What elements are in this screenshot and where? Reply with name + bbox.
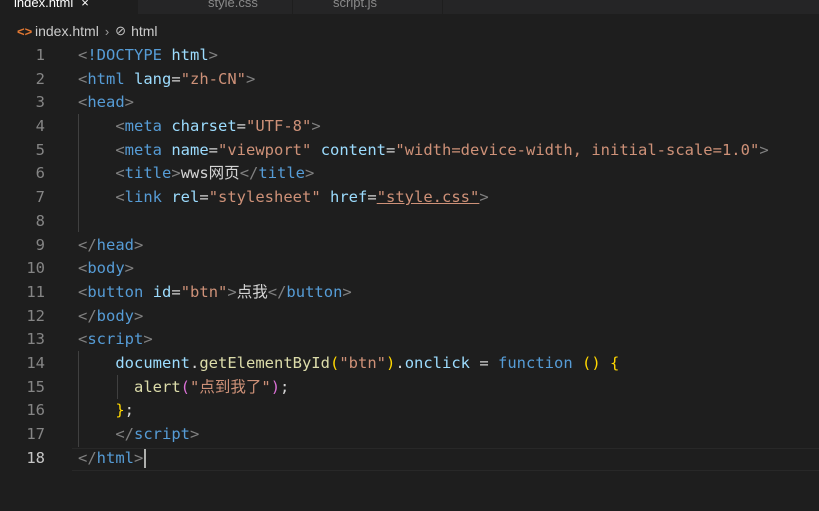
line-number: 5 (35, 140, 45, 159)
tab-label: script.js (333, 0, 378, 10)
tab-script-js[interactable]: script.js (293, 0, 443, 14)
code-line: 10 <body> (0, 257, 819, 281)
code-editor[interactable]: 1 <!DOCTYPE html> 2 <html lang="zh-CN"> 3 <… (0, 44, 819, 470)
html-file-icon: <> (17, 23, 33, 39)
line-number: 16 (26, 401, 45, 420)
code-line: 5 <meta name="viewport" content="width=d… (0, 139, 819, 163)
tab-label: style.css (208, 0, 258, 10)
code-line: 2 <html lang="zh-CN"> (0, 68, 819, 92)
code-line: 15 alert("点到我了"); (0, 376, 819, 400)
tab-style-css[interactable]: style.css (138, 0, 293, 14)
breadcrumb: <> index.html › ⊘ html (0, 20, 819, 42)
line-number: 1 (35, 46, 45, 64)
line-number: 12 (26, 306, 45, 325)
breadcrumb-element[interactable]: html (131, 23, 157, 39)
code-line: 7 <link rel="stylesheet" href="style.css… (0, 186, 819, 210)
line-number: 3 (35, 93, 45, 112)
code-line: 12 </body> (0, 305, 819, 329)
line-number: 15 (26, 377, 45, 396)
code-line: 8 (0, 210, 819, 234)
line-number: 13 (26, 330, 45, 349)
line-number: 7 (35, 188, 45, 207)
code-line: 4 <meta charset="UTF-8"> (0, 115, 819, 139)
line-number: 6 (35, 164, 45, 183)
line-number: 11 (26, 282, 45, 301)
code-line: 17 </script> (0, 423, 819, 447)
code-line: 18 </html> (0, 447, 819, 471)
code-line: 16 }; (0, 399, 819, 423)
code-line: 6 <title>wws网页</title> (0, 162, 819, 186)
line-number: 18 (26, 448, 45, 467)
code-line: 14 document.getElementById("btn").onclic… (0, 352, 819, 376)
close-icon[interactable]: × (81, 0, 89, 10)
breadcrumb-file[interactable]: index.html (35, 23, 99, 39)
editor-tab-strip: index.html × style.css script.js (0, 0, 819, 14)
tab-index-html[interactable]: index.html × (0, 0, 138, 14)
code-line: 3 <head> (0, 91, 819, 115)
code-line: 11 <button id="btn">点我</button> (0, 281, 819, 305)
line-number: 14 (26, 353, 45, 372)
element-tag-icon: ⊘ (115, 23, 127, 38)
line-number: 2 (35, 69, 45, 88)
line-number: 8 (35, 211, 45, 230)
line-number: 9 (35, 235, 45, 254)
text-cursor (144, 448, 147, 468)
line-number: 4 (35, 117, 45, 136)
line-number: 10 (26, 259, 45, 278)
stylesheet-link[interactable]: "style.css" (377, 188, 480, 206)
code-line: 1 <!DOCTYPE html> (0, 44, 819, 68)
chevron-right-icon: › (104, 23, 110, 39)
tab-label: index.html (14, 0, 74, 10)
code-line: 9 </head> (0, 234, 819, 258)
line-number: 17 (26, 425, 45, 443)
code-line: 13 <script> (0, 328, 819, 352)
